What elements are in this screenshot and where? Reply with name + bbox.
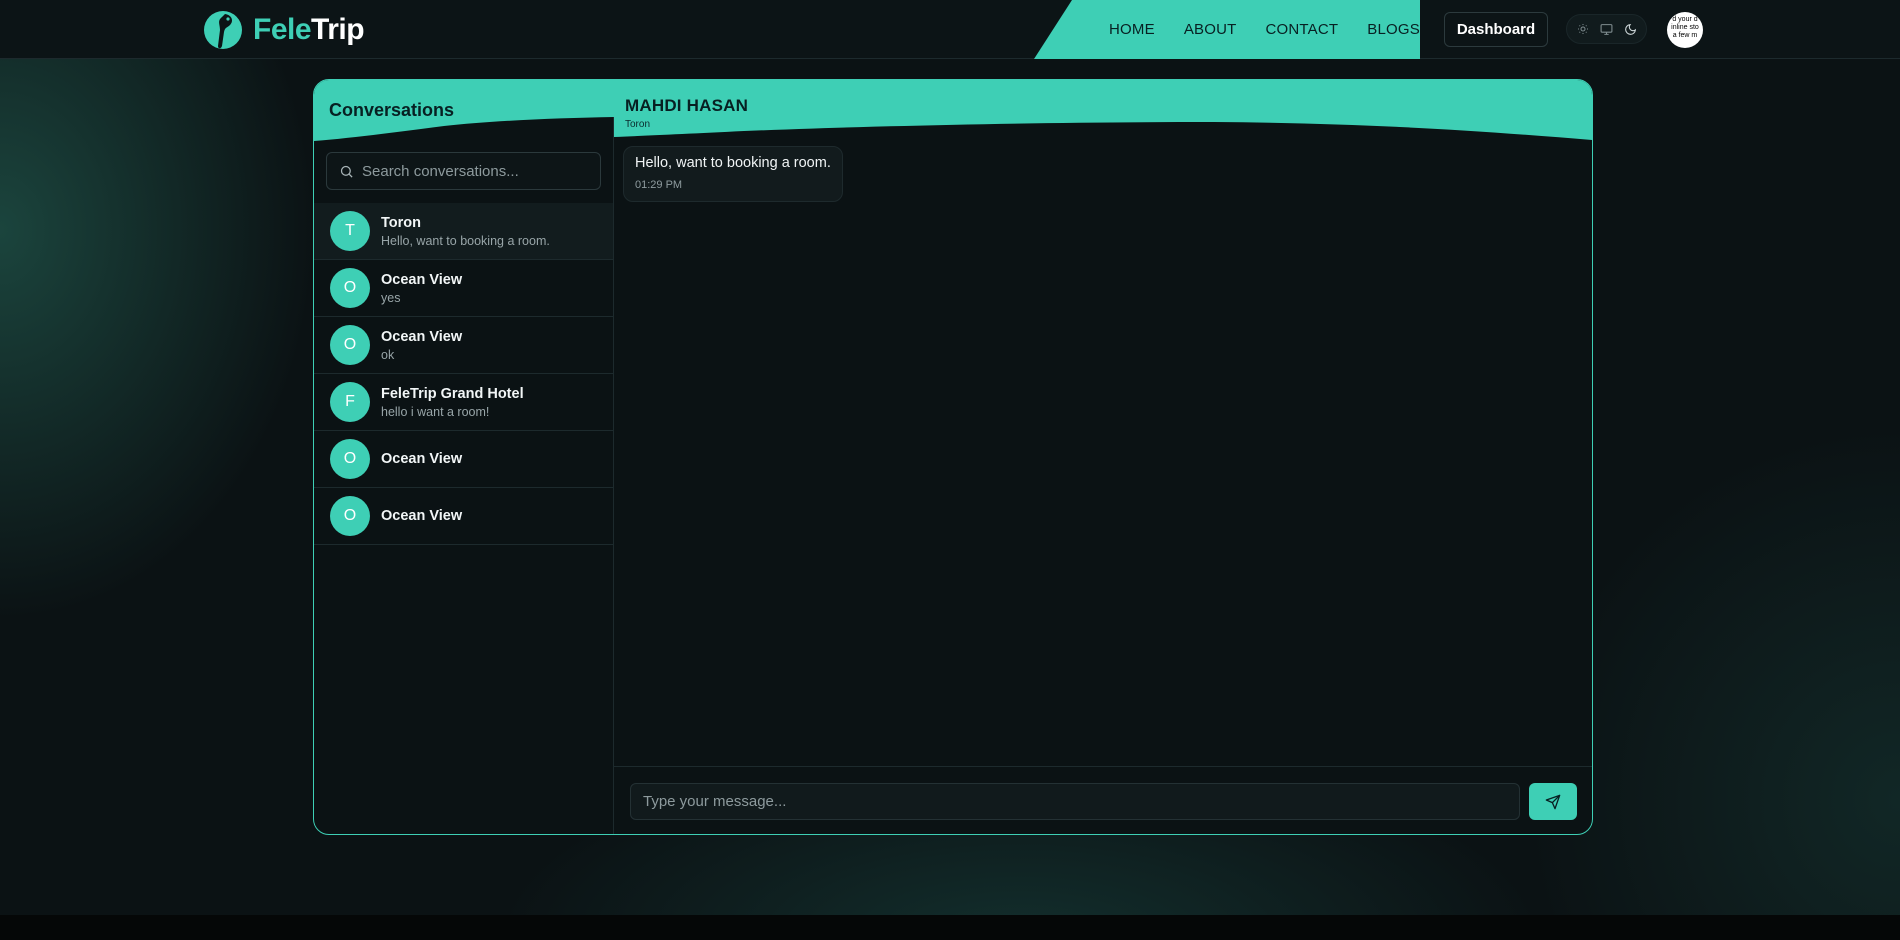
search-box[interactable] [326, 152, 601, 190]
conversation-item[interactable]: O Ocean View [314, 488, 613, 545]
logo[interactable]: FeleTrip [203, 8, 365, 52]
search-input[interactable] [362, 162, 592, 180]
sun-icon[interactable] [1573, 19, 1593, 39]
message-time: 01:29 PM [635, 179, 683, 191]
conversation-name: Ocean View [381, 451, 463, 467]
avatar-alt-line: a few m [1672, 32, 1698, 39]
message-bubble: Hello, want to booking a room. 01:29 PM [623, 146, 843, 202]
logo-icon [204, 11, 242, 49]
chat-contact-name: MAHDI HASAN [625, 96, 749, 115]
avatar-alt-line: inline sto [1671, 24, 1699, 31]
conversation-last-message: hello i want a room! [381, 404, 490, 419]
chat-panel: MAHDI HASAN Toron Hello, want to booking… [614, 80, 1592, 834]
logo-text-part1: Fele [253, 13, 312, 46]
sidebar-header: Conversations [314, 80, 614, 144]
conversation-last-message: ok [381, 347, 395, 362]
navbar: FeleTrip HOME ABOUT CONTACT BLOGS Dashbo… [0, 0, 1900, 59]
nav-links: HOME ABOUT CONTACT BLOGS [1034, 0, 1420, 59]
nav-about[interactable]: ABOUT [1184, 21, 1237, 38]
conversation-avatar: O [330, 325, 370, 365]
send-icon [1545, 794, 1561, 809]
conversation-name: Ocean View [381, 328, 463, 345]
conversation-name: Ocean View [381, 271, 463, 288]
logo-text: FeleTrip [253, 13, 365, 47]
message-composer [614, 766, 1592, 834]
avatar-alt-line: d your d [1672, 16, 1698, 23]
chat-card: Conversations T Toron Hello, want to boo… [313, 79, 1593, 835]
logo-text-part2: Trip [311, 13, 365, 46]
conversation-avatar: O [330, 439, 370, 479]
conversation-avatar: F [330, 382, 370, 422]
chat-header: MAHDI HASAN Toron [614, 80, 1592, 144]
conversation-last-message: yes [381, 290, 401, 305]
message-text: Hello, want to booking a room. [635, 155, 831, 171]
monitor-icon[interactable] [1596, 19, 1616, 39]
conversation-avatar: O [330, 268, 370, 308]
moon-icon[interactable] [1620, 19, 1640, 39]
nav-home[interactable]: HOME [1109, 21, 1155, 38]
user-avatar[interactable]: d your d inline sto a few m [1667, 12, 1703, 48]
send-button[interactable] [1529, 783, 1577, 820]
search-icon [340, 165, 353, 178]
conversation-item[interactable]: O Ocean View yes [314, 260, 613, 317]
bottom-bar [0, 915, 1900, 940]
conversations-title: Conversations [329, 100, 455, 120]
conversation-avatar: T [330, 211, 370, 251]
chat-header-wave [614, 80, 1592, 140]
conversation-item[interactable]: F FeleTrip Grand Hotel hello i want a ro… [314, 374, 613, 431]
theme-toggle [1566, 14, 1647, 44]
conversation-item[interactable]: T Toron Hello, want to booking a room. [314, 203, 613, 260]
message-input[interactable] [630, 783, 1520, 820]
conversation-name: FeleTrip Grand Hotel [381, 385, 524, 402]
conversations-sidebar: Conversations T Toron Hello, want to boo… [314, 80, 614, 834]
conversation-list: T Toron Hello, want to booking a room. O… [314, 203, 613, 545]
nav-blogs[interactable]: BLOGS [1367, 21, 1420, 38]
nav-contact[interactable]: CONTACT [1266, 21, 1339, 38]
conversation-last-message: Hello, want to booking a room. [381, 233, 550, 248]
conversation-name: Ocean View [381, 508, 463, 524]
conversation-item[interactable]: O Ocean View ok [314, 317, 613, 374]
conversation-name: Toron [381, 214, 421, 231]
chat-contact-subtitle: Toron [625, 119, 651, 130]
dashboard-button[interactable]: Dashboard [1444, 12, 1548, 47]
conversation-avatar: O [330, 496, 370, 536]
conversation-item[interactable]: O Ocean View [314, 431, 613, 488]
